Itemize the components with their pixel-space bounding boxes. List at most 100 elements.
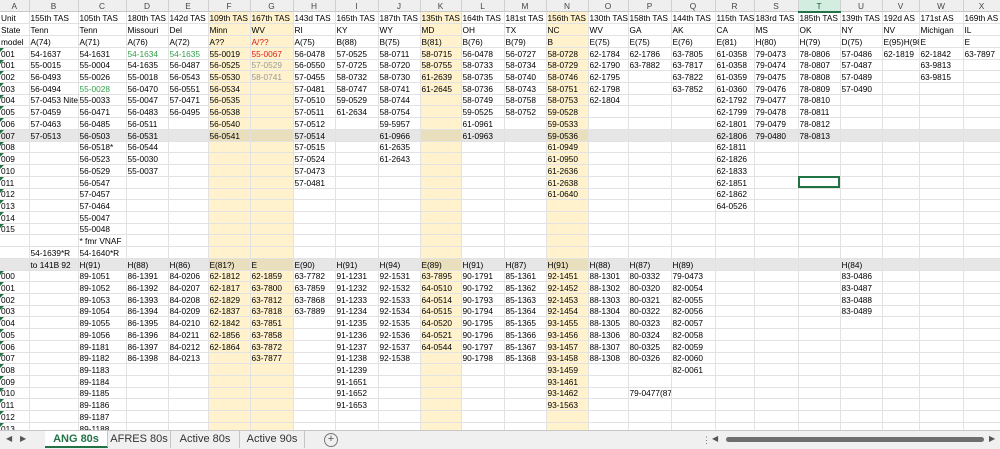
- cell-s-4[interactable]: 79-0473: [754, 47, 799, 60]
- cell-u-31[interactable]: [840, 363, 883, 376]
- cell-c-14[interactable]: 56-0529: [78, 164, 127, 177]
- cell-v-5[interactable]: [882, 59, 920, 72]
- cell-j-24[interactable]: 92-1532: [378, 281, 421, 294]
- column-header-x[interactable]: X: [963, 0, 1000, 13]
- cell-l-10[interactable]: 61-0961: [461, 117, 505, 130]
- cell-a-29[interactable]: 006: [0, 340, 30, 353]
- cell-i-21[interactable]: [335, 246, 379, 259]
- cell-j-21[interactable]: [378, 246, 421, 259]
- cell-c-8[interactable]: 55-0033: [78, 94, 127, 107]
- cell-i-31[interactable]: 91-1239: [335, 363, 379, 376]
- cell-l-35[interactable]: [461, 410, 505, 423]
- cell-b-5[interactable]: 55-0015: [29, 59, 79, 72]
- cell-t-26[interactable]: [798, 305, 841, 318]
- cell-f-33[interactable]: [208, 387, 251, 400]
- tab-active-90s[interactable]: Active 90s: [240, 431, 305, 448]
- cell-f-36[interactable]: [208, 422, 251, 430]
- cell-d-34[interactable]: [126, 398, 169, 412]
- cell-v-21[interactable]: [882, 246, 920, 259]
- cell-i-16[interactable]: [335, 188, 379, 201]
- cell-j-25[interactable]: 92-1533: [378, 293, 421, 306]
- cell-q-11[interactable]: [671, 129, 716, 142]
- cell-m-8[interactable]: 58-0758: [504, 94, 547, 107]
- cell-g-20[interactable]: [250, 234, 294, 248]
- cell-u-36[interactable]: [840, 422, 883, 430]
- cell-m-17[interactable]: [504, 199, 547, 212]
- cell-o-23[interactable]: 88-1301: [588, 270, 629, 283]
- cell-v-32[interactable]: [882, 375, 920, 388]
- cell-d-1[interactable]: 180th TAS: [126, 11, 169, 25]
- cell-k-6[interactable]: 61-2639: [420, 70, 462, 84]
- cell-x-24[interactable]: [963, 281, 1000, 294]
- cell-m-4[interactable]: 56-0727: [504, 47, 547, 60]
- cell-b-9[interactable]: 57-0459: [29, 105, 79, 119]
- cell-t-19[interactable]: [798, 223, 841, 236]
- cell-l-16[interactable]: [461, 188, 505, 201]
- cell-g-4[interactable]: 55-0067: [250, 47, 294, 60]
- cell-o-34[interactable]: [588, 398, 629, 412]
- cell-a-31[interactable]: 008: [0, 363, 30, 376]
- cell-p-5[interactable]: 63-7882: [628, 59, 672, 72]
- cell-e-31[interactable]: [168, 363, 209, 376]
- cell-e-30[interactable]: 84-0213: [168, 352, 209, 365]
- cell-c-29[interactable]: 89-1181: [78, 340, 127, 353]
- cell-m-22[interactable]: H(87): [504, 258, 547, 271]
- tab-afres-80s[interactable]: AFRES 80s: [108, 431, 171, 448]
- cell-d-36[interactable]: [126, 422, 169, 430]
- cell-l-25[interactable]: 90-1793: [461, 293, 505, 306]
- cell-b-27[interactable]: [29, 316, 79, 330]
- cell-d-26[interactable]: 86-1394: [126, 305, 169, 318]
- cell-b-36[interactable]: [29, 422, 79, 430]
- cell-w-26[interactable]: [919, 305, 964, 318]
- cell-e-36[interactable]: [168, 422, 209, 430]
- cell-j-20[interactable]: [378, 234, 421, 248]
- cell-r-1[interactable]: 115th TAS: [715, 11, 755, 25]
- cell-h-7[interactable]: 57-0481: [293, 82, 336, 95]
- cell-a-17[interactable]: 013: [0, 199, 30, 212]
- cell-c-13[interactable]: 56-0523: [78, 152, 127, 166]
- cell-g-33[interactable]: [250, 387, 294, 400]
- cell-d-31[interactable]: [126, 363, 169, 376]
- cell-d-16[interactable]: [126, 188, 169, 201]
- cell-o-6[interactable]: 62-1795: [588, 70, 629, 84]
- cell-f-23[interactable]: 62-1812: [208, 270, 251, 283]
- cell-p-36[interactable]: [628, 422, 672, 430]
- cell-j-6[interactable]: 58-0730: [378, 70, 421, 84]
- cell-t-12[interactable]: [798, 141, 841, 154]
- tab-ang-80s[interactable]: ANG 80s: [45, 431, 108, 448]
- cell-m-10[interactable]: [504, 117, 547, 130]
- cell-i-12[interactable]: [335, 141, 379, 154]
- cell-h-33[interactable]: [293, 387, 336, 400]
- cell-m-19[interactable]: [504, 223, 547, 236]
- cell-c-30[interactable]: 89-1182: [78, 352, 127, 365]
- cell-c-19[interactable]: 55-0048: [78, 223, 127, 236]
- cell-q-12[interactable]: [671, 141, 716, 154]
- cell-h-28[interactable]: [293, 328, 336, 341]
- cell-k-1[interactable]: 135th TAS: [420, 11, 462, 25]
- cell-j-30[interactable]: 92-1538: [378, 352, 421, 365]
- cell-w-15[interactable]: [919, 176, 964, 189]
- cell-e-23[interactable]: 84-0206: [168, 270, 209, 283]
- cell-e-24[interactable]: 84-0207: [168, 281, 209, 294]
- cell-j-1[interactable]: 187th TAS: [378, 11, 421, 25]
- tab-scroll-left-icon[interactable]: ◀: [6, 434, 12, 443]
- cell-r-33[interactable]: [715, 387, 755, 400]
- cell-u-29[interactable]: [840, 340, 883, 353]
- cell-g-36[interactable]: [250, 422, 294, 430]
- cell-b-24[interactable]: [29, 281, 79, 294]
- cell-m-1[interactable]: 181st TAS: [504, 11, 547, 25]
- cell-u-3[interactable]: D(75): [840, 35, 883, 48]
- cell-u-32[interactable]: [840, 375, 883, 388]
- cell-k-8[interactable]: [420, 94, 462, 107]
- cell-p-32[interactable]: [628, 375, 672, 388]
- cell-m-2[interactable]: TX: [504, 23, 547, 37]
- cell-a-1[interactable]: Unit: [0, 11, 30, 25]
- cell-w-3[interactable]: E: [919, 35, 964, 48]
- cell-l-2[interactable]: OH: [461, 23, 505, 37]
- cell-d-18[interactable]: [126, 211, 169, 224]
- column-header-v[interactable]: V: [882, 0, 920, 13]
- cell-e-5[interactable]: 56-0487: [168, 59, 209, 72]
- cell-x-3[interactable]: E: [963, 35, 1000, 48]
- column-header-w[interactable]: W: [919, 0, 964, 13]
- cell-i-26[interactable]: 91-1234: [335, 305, 379, 318]
